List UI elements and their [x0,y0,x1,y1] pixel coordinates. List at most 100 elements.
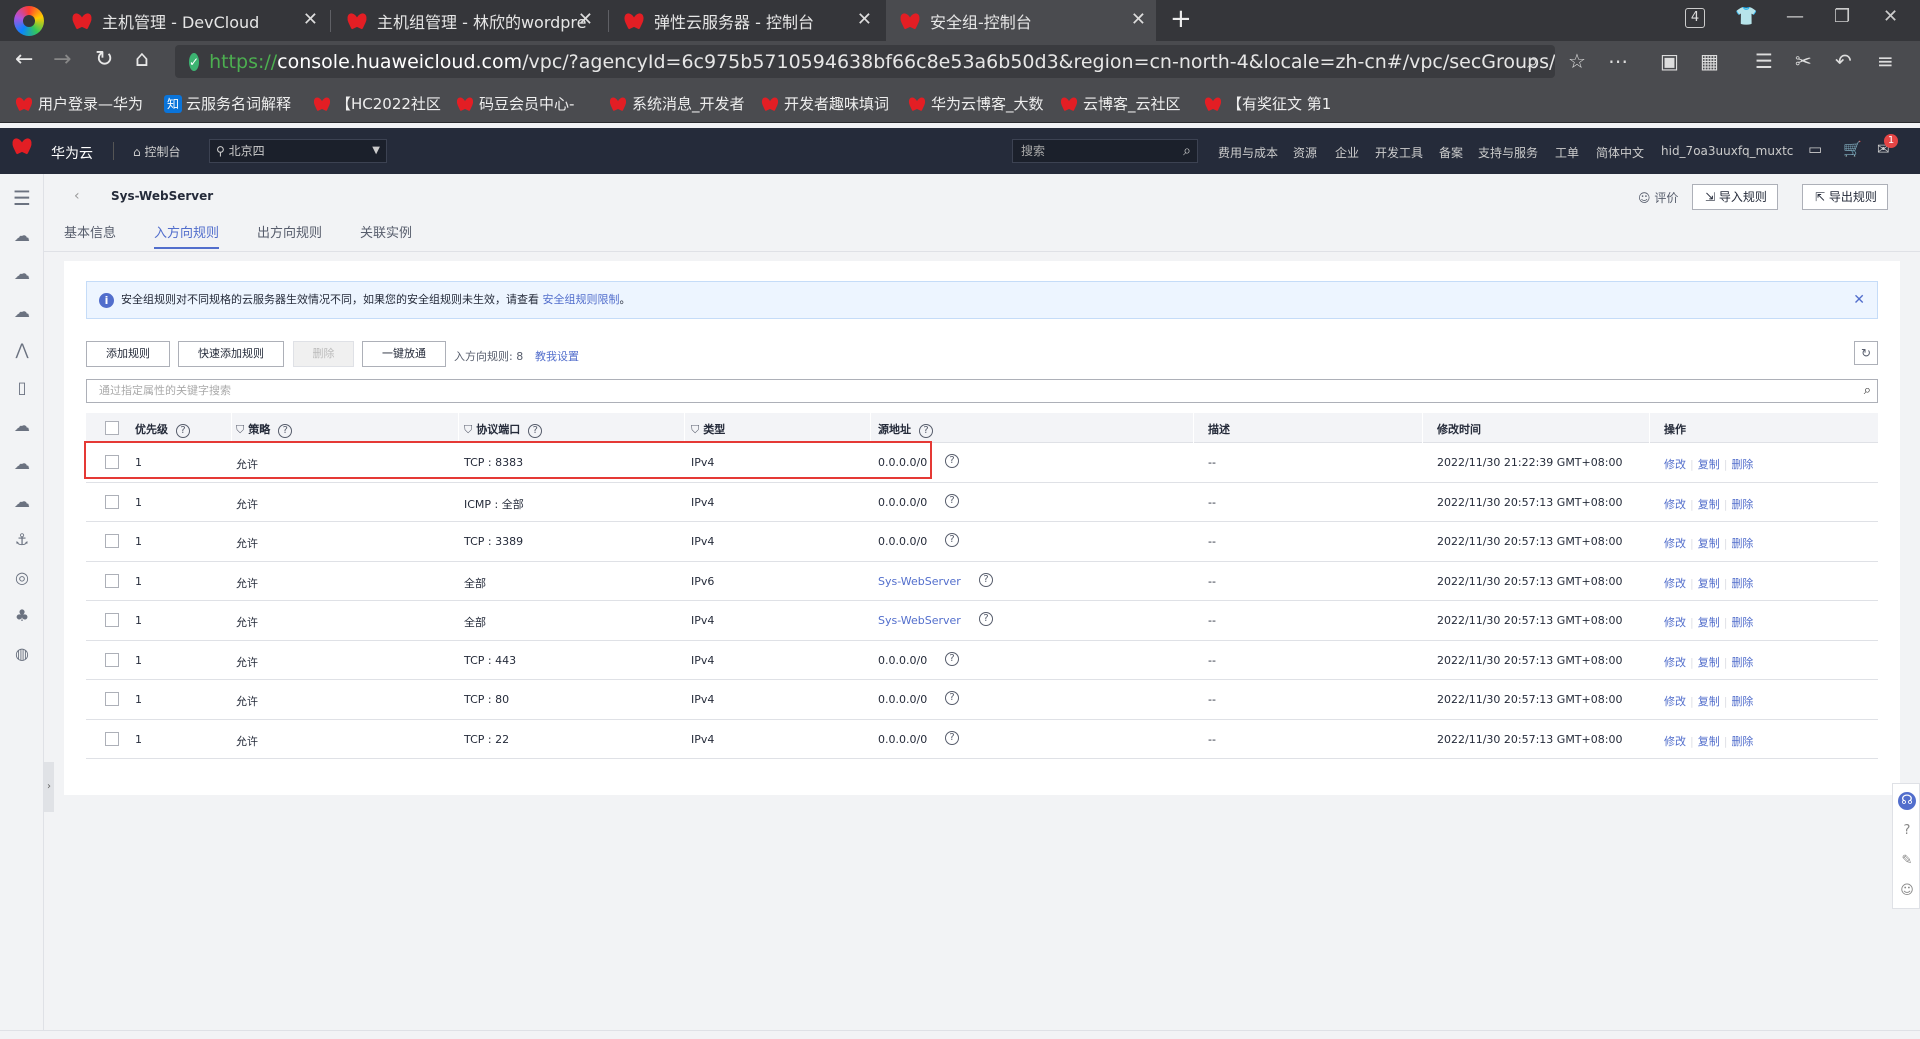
header-protocol[interactable]: ⛉ 协议端口? [464,421,543,438]
delete-link[interactable]: 删除 [1731,577,1753,590]
tab-count-badge[interactable]: 4 [1685,8,1705,28]
help-icon[interactable]: ? [979,572,993,587]
cell-source-link[interactable]: Sys-WebServer [878,575,961,588]
bookmark-item[interactable]: 开发者趣味填词 [760,93,889,114]
browser-tab[interactable]: 主机管理 - DevCloud ✕ [58,0,328,41]
cart-icon[interactable]: 🛒 [1843,140,1862,158]
scissors-icon[interactable]: ✂ [1795,49,1812,73]
bookmark-item[interactable]: 系统消息_开发者 [608,93,745,114]
terminal-icon[interactable]: ▭ [1808,140,1822,158]
refresh-icon[interactable]: ↻ [1854,341,1878,365]
tab-outbound-rules[interactable]: 出方向规则 [257,222,322,241]
help-icon[interactable]: ? [945,730,959,745]
bookmark-item[interactable]: 【HC2022社区 [312,93,441,114]
shirt-icon[interactable]: 👕 [1735,6,1757,27]
help-icon[interactable]: ? [979,612,993,626]
copy-link[interactable]: 复制 [1698,537,1720,550]
quick-add-rule-button[interactable]: 快速添加规则 [178,341,284,367]
cloud-server-icon[interactable]: ☁ [12,226,32,246]
modify-link[interactable]: 修改 [1664,458,1686,471]
delete-link[interactable]: 删除 [1731,458,1753,471]
modify-link[interactable]: 修改 [1664,695,1686,708]
modify-link[interactable]: 修改 [1664,577,1686,590]
add-rule-button[interactable]: 添加规则 [86,341,170,367]
anchor-icon[interactable]: ⚓ [12,530,32,550]
delete-link[interactable]: 删除 [1731,735,1753,748]
export-rules-button[interactable]: ⇱ 导出规则 [1802,184,1888,210]
close-window-icon[interactable]: ✕ [1883,6,1898,27]
row-checkbox[interactable] [105,534,119,548]
tab-basic-info[interactable]: 基本信息 [64,222,116,241]
row-checkbox[interactable] [105,494,119,509]
modify-link[interactable]: 修改 [1664,735,1686,748]
apps-grid-icon[interactable]: ▦ [1700,49,1719,73]
secure-check-icon[interactable]: ✓ [189,52,200,71]
row-checkbox[interactable] [105,652,119,667]
back-icon[interactable]: ← [15,47,33,72]
browser-tab[interactable]: 主机组管理 - 林欣的wordpre ✕ [333,0,603,41]
header-type[interactable]: ⛉ 类型 [691,421,725,437]
help-icon[interactable]: ? [945,651,959,666]
tab-inbound-rules[interactable]: 入方向规则 [154,222,219,241]
delete-button[interactable]: 删除 [293,341,354,367]
copy-link[interactable]: 复制 [1698,458,1720,471]
region-select[interactable]: ⚲ 北京四 ▼ [209,139,387,163]
dns-icon[interactable]: ◎ [12,568,32,588]
row-checkbox[interactable] [105,573,119,588]
console-home-link[interactable]: ⌂ 控制台 [133,143,180,160]
search-icon[interactable]: ⌕ [1527,49,1538,73]
copy-link[interactable]: 复制 [1698,577,1720,590]
modify-link[interactable]: 修改 [1664,537,1686,550]
menu-ticket[interactable]: 工单 [1555,144,1579,161]
home-icon[interactable]: ⌂ [135,47,149,72]
browser-tab-active[interactable]: 安全组-控制台 ✕ [886,0,1156,41]
back-arrow-icon[interactable]: ‹ [74,188,80,204]
sg-rule-limit-link[interactable]: 安全组规则限制 [543,293,620,306]
bookmark-item[interactable]: 码豆会员中心- [455,93,574,114]
copy-link[interactable]: 复制 [1698,695,1720,708]
menu-billing[interactable]: 费用与成本 [1218,144,1278,161]
header-policy[interactable]: ⛉ 策略? [236,421,293,438]
delete-link[interactable]: 删除 [1731,656,1753,669]
new-tab-button[interactable]: + [1170,4,1192,34]
rate-link[interactable]: ☺ 评价 [1638,189,1678,206]
extension-icon[interactable]: ▣ [1660,49,1679,73]
copy-link[interactable]: 复制 [1698,616,1720,629]
cloud-storage-icon[interactable]: ☁ [12,302,32,322]
delete-link[interactable]: 删除 [1731,695,1753,708]
huawei-logo-icon[interactable] [12,138,32,158]
allow-all-button[interactable]: 一键放通 [362,341,446,367]
reload-icon[interactable]: ↻ [95,47,113,72]
import-rules-button[interactable]: ⇲ 导入规则 [1692,184,1778,210]
bookmark-item[interactable]: 华为云博客_大数 [907,93,1044,114]
hamburger-menu-icon[interactable]: ☰ [12,186,32,210]
tab-associated-instances[interactable]: 关联实例 [360,222,412,241]
modify-link[interactable]: 修改 [1664,498,1686,511]
cloud-backup-icon[interactable]: ☁ [12,454,32,474]
console-search-input[interactable]: 搜索 ⌕ [1012,139,1198,163]
more-icon[interactable]: ⋯ [1608,49,1628,73]
customer-service-icon[interactable]: ☊ [1898,792,1916,810]
menu-enterprise[interactable]: 企业 [1335,144,1359,161]
menu-filing[interactable]: 备案 [1439,144,1463,161]
close-tab-icon[interactable]: ✕ [303,9,318,30]
row-checkbox[interactable] [105,613,119,627]
help-icon[interactable]: ? [945,533,959,547]
database-icon[interactable]: ▯ [12,378,32,398]
globe-icon[interactable]: ◍ [12,644,32,664]
close-tab-icon[interactable]: ✕ [857,9,872,30]
smile-icon[interactable]: ☺ [1898,882,1916,900]
forward-icon[interactable]: → [53,47,71,72]
delete-link[interactable]: 删除 [1731,537,1753,550]
bookmark-item[interactable]: 云博客_云社区 [1059,93,1181,114]
teach-me-link[interactable]: 教我设置 [535,348,579,364]
feedback-icon[interactable]: ✎ [1898,852,1916,870]
help-icon[interactable]: ? [945,454,959,468]
close-notice-icon[interactable]: ✕ [1853,282,1865,318]
menu-icon[interactable]: ≡ [1877,49,1894,73]
copy-link[interactable]: 复制 [1698,735,1720,748]
menu-devtools[interactable]: 开发工具 [1375,144,1423,161]
copy-link[interactable]: 复制 [1698,498,1720,511]
bookmark-item[interactable]: 【有奖征文 第1 [1203,93,1331,114]
cloud-icon[interactable]: ☁ [12,264,32,284]
